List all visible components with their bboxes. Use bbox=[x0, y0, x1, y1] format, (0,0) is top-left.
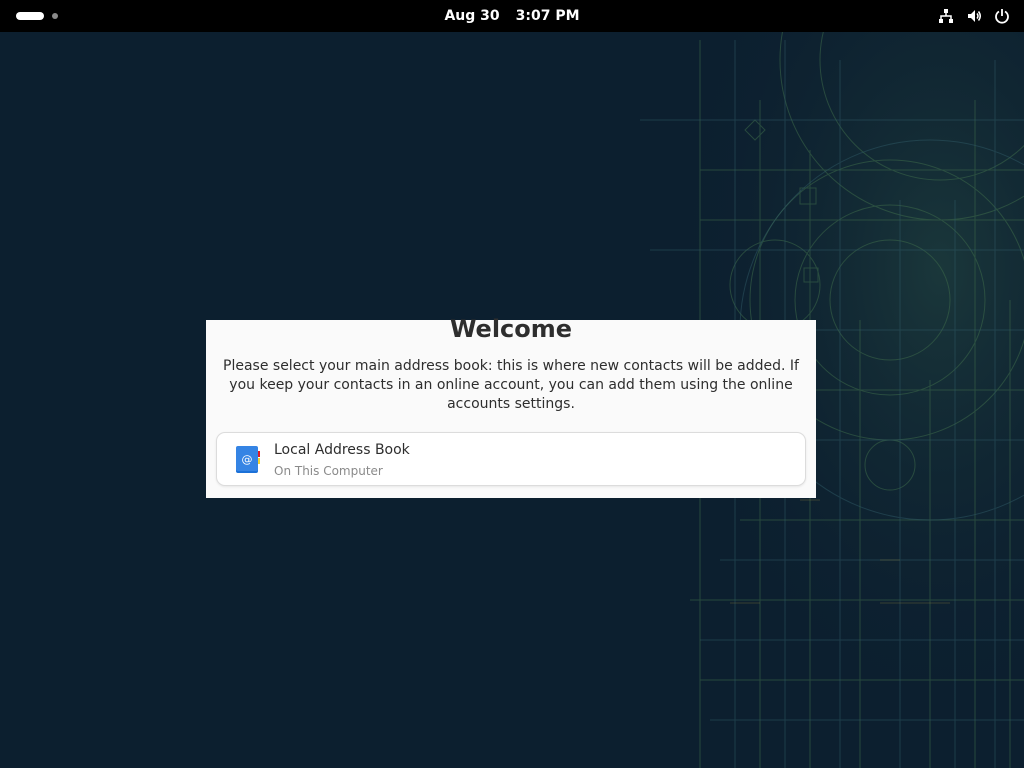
workspace-indicator-active bbox=[16, 12, 44, 20]
address-book-row-local[interactable]: @ Local Address Book On This Computer bbox=[216, 432, 806, 486]
activities-button[interactable] bbox=[10, 7, 60, 25]
clock: Aug 30 3:07 PM bbox=[0, 0, 1024, 32]
system-tray[interactable] bbox=[928, 6, 1012, 26]
address-book-location: On This Computer bbox=[274, 464, 383, 478]
power-icon[interactable] bbox=[992, 6, 1012, 26]
address-book-name: Local Address Book bbox=[274, 442, 410, 458]
top-bar: Aug 30 3:07 PM bbox=[0, 0, 1024, 32]
address-book-icon: @ bbox=[235, 445, 261, 475]
workspace-indicator-inactive bbox=[52, 13, 58, 19]
clock-time[interactable]: 3:07 PM bbox=[516, 8, 580, 24]
svg-text:@: @ bbox=[242, 453, 253, 466]
welcome-dialog: Welcome Please select your main address … bbox=[206, 315, 816, 498]
dialog-title: Welcome bbox=[449, 315, 573, 343]
volume-icon[interactable] bbox=[964, 6, 984, 26]
desktop: Aug 30 3:07 PM Welcome Please select you… bbox=[0, 0, 1024, 768]
dialog-description: Please select your main address book: th… bbox=[223, 358, 799, 412]
clock-date[interactable]: Aug 30 bbox=[444, 8, 499, 24]
network-icon[interactable] bbox=[936, 6, 956, 26]
